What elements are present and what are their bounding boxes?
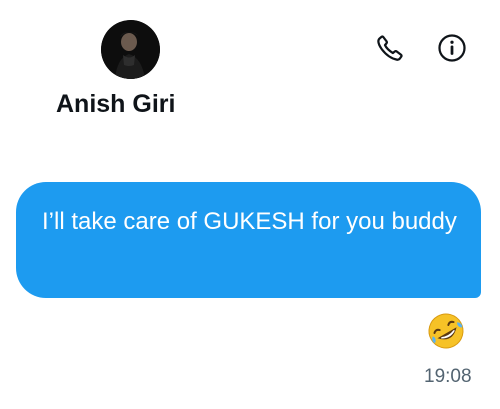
info-button[interactable] — [434, 30, 470, 66]
avatar-photo-icon — [101, 20, 160, 79]
info-icon — [438, 34, 466, 62]
message-bubble-outgoing[interactable]: I’ll take care of GUKESH for you buddy — [16, 182, 481, 298]
message-text: I’ll take care of GUKESH for you buddy — [42, 208, 457, 235]
message-reaction[interactable] — [424, 309, 468, 353]
rolling-on-floor-laughing-emoji-icon — [428, 313, 464, 349]
message-timestamp: 19:08 — [424, 366, 472, 387]
contact-name[interactable]: Anish Giri — [56, 90, 175, 119]
phone-icon — [377, 35, 403, 61]
call-button[interactable] — [372, 30, 408, 66]
dm-conversation-screen: Anish Giri I’ll take care of GUKESH for … — [0, 0, 500, 409]
contact-avatar[interactable] — [101, 20, 160, 79]
